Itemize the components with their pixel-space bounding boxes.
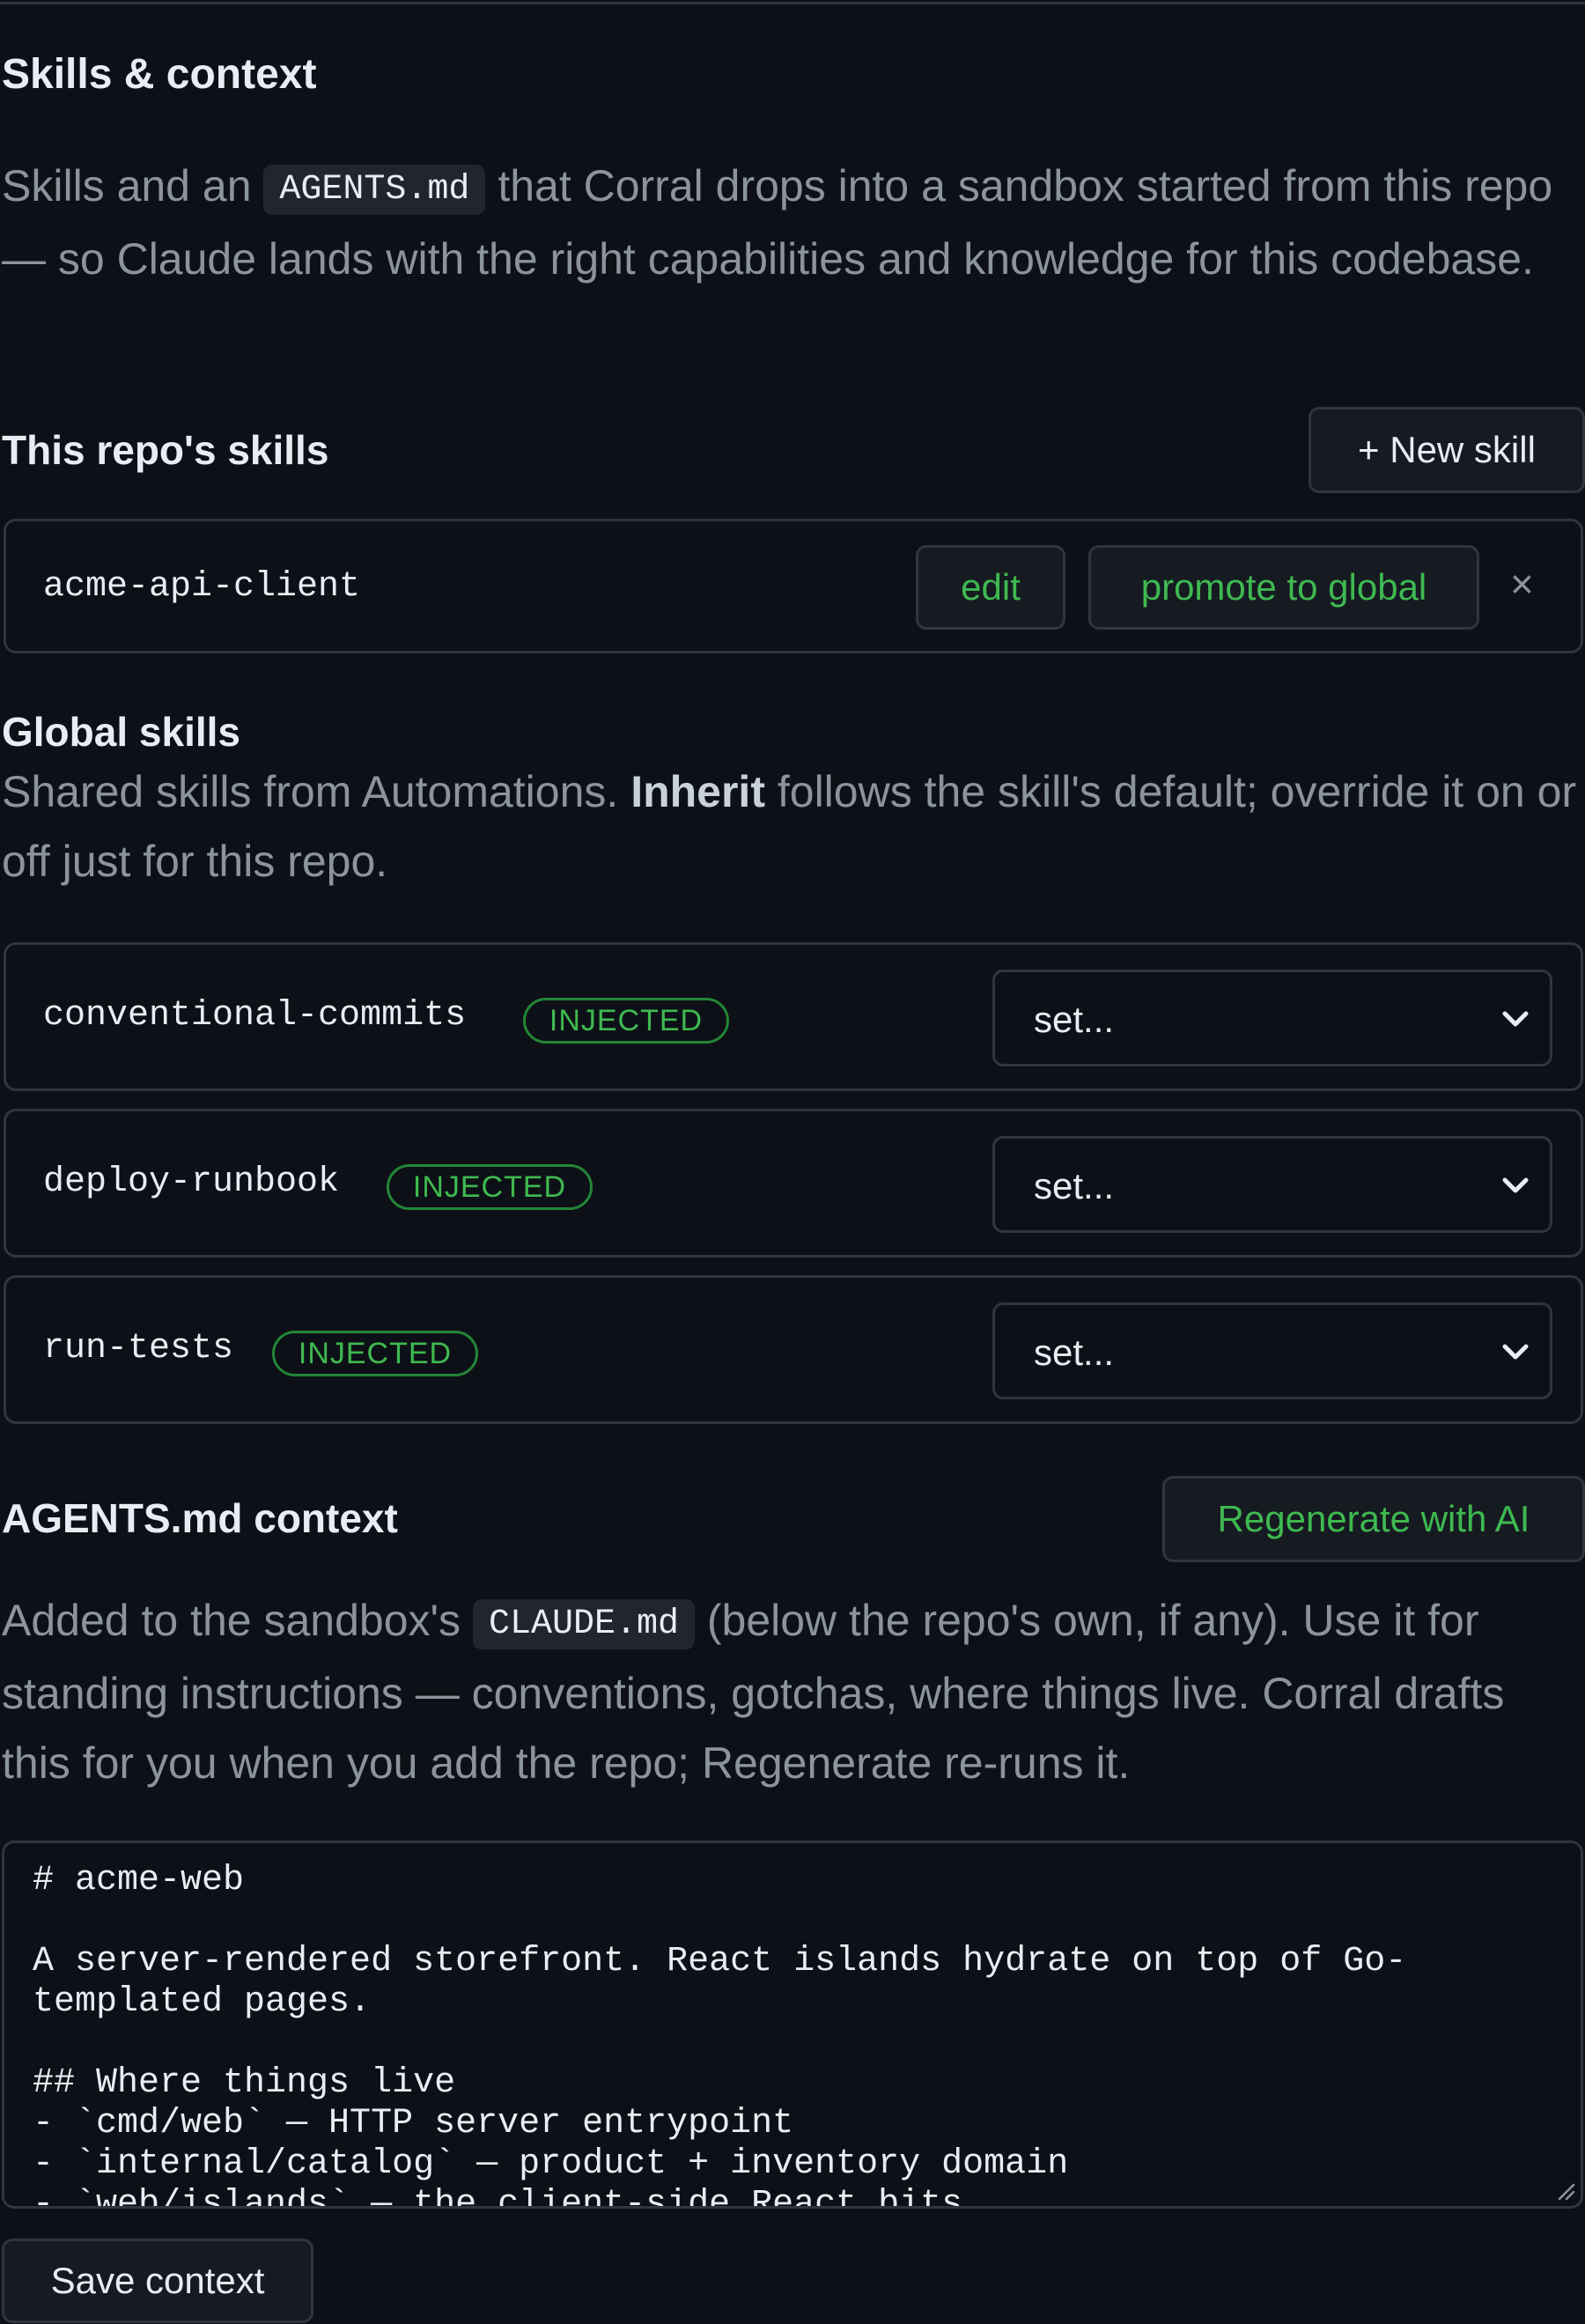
agents-context-description: Added to the sandbox's CLAUDE.md (below …	[2, 1586, 1578, 1798]
section-description: Skills and an AGENTS.md that Corral drop…	[2, 151, 1578, 294]
global-skill-name: deploy-runbook	[43, 1162, 340, 1202]
promote-to-global-button[interactable]: promote to global	[1088, 545, 1479, 630]
agents-desc-before: Added to the sandbox's	[2, 1596, 473, 1645]
skill-override-select[interactable]: set...	[992, 970, 1552, 1066]
top-divider	[0, 2, 1585, 4]
agents-context-text[interactable]: # acme-web A server-rendered storefront.…	[33, 1861, 1530, 2206]
global-desc-before: Shared skills from Automations.	[2, 767, 631, 816]
resize-handle-icon[interactable]	[1554, 2180, 1575, 2201]
select-value: set...	[1034, 1332, 1115, 1373]
remove-skill-icon[interactable]: ×	[1510, 560, 1534, 608]
global-skill-name: conventional-commits	[43, 996, 467, 1036]
injected-badge: INJECTED	[523, 998, 729, 1044]
skill-override-select[interactable]: set...	[992, 1302, 1552, 1399]
new-skill-button[interactable]: + New skill	[1309, 407, 1585, 493]
global-skills-title: Global skills	[2, 709, 240, 755]
agents-md-code: AGENTS.md	[263, 165, 486, 215]
edit-skill-button[interactable]: edit	[916, 545, 1065, 630]
global-skill-row: deploy-runbook INJECTED set...	[4, 1109, 1583, 1258]
section-desc-before: Skills and an	[2, 161, 264, 210]
global-skill-name: run-tests	[43, 1329, 234, 1369]
claude-md-code: CLAUDE.md	[472, 1599, 695, 1649]
chevron-down-icon	[1502, 1177, 1529, 1193]
repo-skill-name: acme-api-client	[43, 567, 361, 607]
chevron-down-icon	[1502, 1011, 1529, 1027]
agents-context-textarea[interactable]: # acme-web A server-rendered storefront.…	[2, 1841, 1583, 2209]
global-skill-row: run-tests INJECTED set...	[4, 1275, 1583, 1424]
section-title: Skills & context	[2, 51, 317, 98]
regenerate-with-ai-button[interactable]: Regenerate with AI	[1162, 1476, 1585, 1562]
skill-override-select[interactable]: set...	[992, 1136, 1552, 1233]
injected-badge: INJECTED	[272, 1331, 478, 1376]
injected-badge: INJECTED	[387, 1164, 593, 1210]
select-value: set...	[1034, 999, 1115, 1040]
chevron-down-icon	[1502, 1344, 1529, 1360]
save-context-button[interactable]: Save context	[2, 2239, 313, 2323]
agents-context-title: AGENTS.md context	[2, 1495, 398, 1541]
global-skills-description: Shared skills from Automations. Inherit …	[2, 757, 1578, 896]
global-skill-row: conventional-commits INJECTED set...	[4, 942, 1583, 1091]
inherit-label: Inherit	[630, 767, 765, 816]
repo-skill-card: acme-api-client edit promote to global ×	[4, 519, 1583, 653]
select-value: set...	[1034, 1165, 1115, 1206]
repo-skills-title: This repo's skills	[2, 427, 329, 473]
